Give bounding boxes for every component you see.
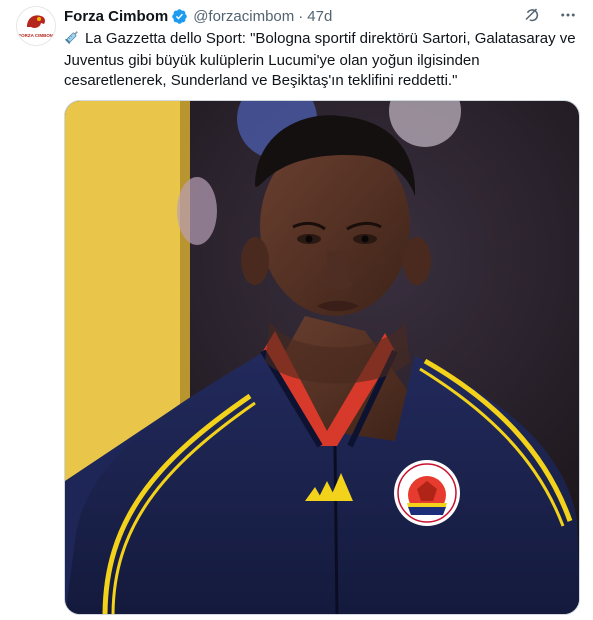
account-handle[interactable]: @forzacimbom <box>193 8 294 25</box>
verified-badge-icon <box>171 8 188 25</box>
tweet-media-photo[interactable] <box>64 100 580 615</box>
syringe-emoji <box>64 28 81 51</box>
tweet-text: La Gazzetta dello Sport: "Bologna sporti… <box>64 28 579 91</box>
separator-dot: · <box>298 7 304 25</box>
more-icon[interactable] <box>557 4 579 26</box>
tweet-time[interactable]: 47d <box>307 8 332 25</box>
tweet-body: La Gazzetta dello Sport: "Bologna sporti… <box>64 30 576 89</box>
avatar-logo: FORZA CIMBOM <box>17 7 55 45</box>
tweet-header: Forza Cimbom @forzacimbom · 47d <box>64 6 332 26</box>
avatar[interactable]: FORZA CIMBOM <box>16 6 56 46</box>
grok-icon[interactable] <box>521 4 543 26</box>
tweet-actions <box>521 4 579 26</box>
tweet[interactable]: FORZA CIMBOM Forza Cimbom @forzacimbom ·… <box>0 0 593 620</box>
account-name[interactable]: Forza Cimbom <box>64 8 168 25</box>
avatar-label: FORZA CIMBOM <box>18 33 54 38</box>
player-photo <box>65 101 579 614</box>
